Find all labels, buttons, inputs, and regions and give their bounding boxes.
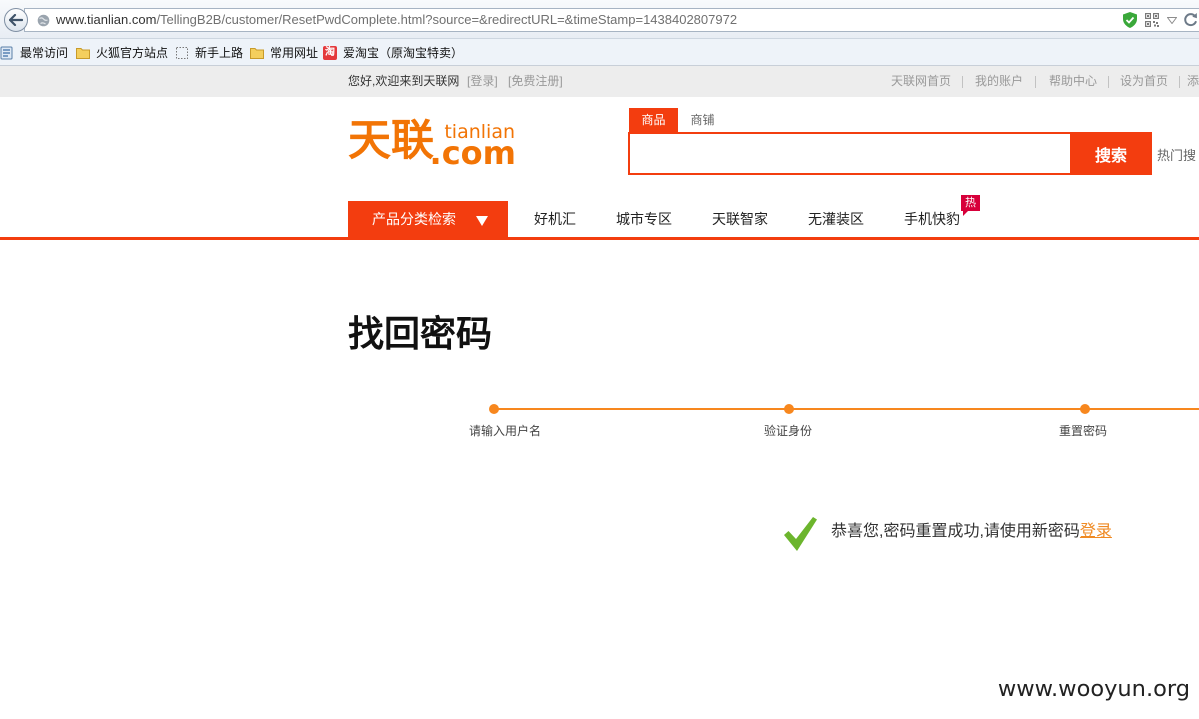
- bookmark-label: 最常访问: [20, 46, 69, 60]
- separator: [1108, 76, 1109, 88]
- welcome-text: 您好,欢迎来到天联网: [348, 74, 460, 88]
- dotted-page-icon: [176, 46, 188, 59]
- success-text: 恭喜您,密码重置成功,请使用新密码: [831, 523, 1080, 540]
- bookmark-getting-started[interactable]: 新手上路: [175, 39, 243, 66]
- search-tab-products[interactable]: 商品: [629, 108, 678, 132]
- site-top-bar: 您好,欢迎来到天联网 [登录] [免费注册] 天联网首页 我的账户 帮助中心 设…: [0, 66, 1199, 97]
- bookmark-label: 火狐官方站点: [96, 46, 169, 60]
- search-tab-shops[interactable]: 商铺: [678, 108, 727, 132]
- nav-divider: [0, 237, 1199, 240]
- success-message: 恭喜您,密码重置成功,请使用新密码登录: [831, 521, 1112, 543]
- nav-item-unfilled-zone[interactable]: 无灌装区: [808, 201, 864, 238]
- dropdown-arrow-icon: [476, 216, 488, 226]
- nav-item-haojihui[interactable]: 好机汇: [534, 201, 576, 238]
- set-homepage-link[interactable]: 设为首页: [1120, 66, 1168, 97]
- category-search-label: 产品分类检索: [372, 211, 456, 227]
- progress-line: [494, 408, 1199, 410]
- bookmark-most-visited[interactable]: 最常访问: [0, 39, 68, 66]
- add-favorite-link[interactable]: 添: [1187, 66, 1199, 97]
- separator: [1035, 76, 1036, 88]
- help-center-link[interactable]: 帮助中心: [1049, 66, 1097, 97]
- register-link[interactable]: [免费注册]: [508, 66, 563, 97]
- bookmark-ai-taobao[interactable]: 淘 爱淘宝（原淘宝特卖）: [323, 39, 463, 66]
- back-arrow-icon: [9, 14, 23, 26]
- bookmark-label: 新手上路: [195, 46, 244, 60]
- bookmark-firefox-sites[interactable]: 火狐官方站点: [76, 39, 168, 66]
- url-domain: www.tianlian.com: [56, 12, 157, 27]
- logo-chinese: 天联: [348, 116, 434, 166]
- page-title: 找回密码: [348, 313, 493, 354]
- url-path: /TellingB2B/customer/ResetPwdComplete.ht…: [156, 12, 738, 27]
- step-dot: [489, 404, 499, 414]
- browser-window: www.tianlian.com/TellingB2B/customer/Res…: [0, 0, 1199, 719]
- bookmark-common-sites[interactable]: 常用网址: [250, 39, 318, 66]
- taobao-icon: 淘: [323, 45, 337, 60]
- step-label-verify-identity: 验证身份: [764, 424, 813, 438]
- watermark: www.wooyun.org: [997, 676, 1190, 702]
- separator: [962, 76, 963, 88]
- bookmark-label: 常用网址: [270, 46, 319, 60]
- globe-icon[interactable]: [37, 14, 50, 27]
- bookmarks-toolbar: 最常访问 火狐官方站点 新手上路 常用网址 淘 爱淘宝（原淘宝特卖）: [0, 38, 1199, 66]
- checkmark-icon: [784, 517, 817, 551]
- address-bar[interactable]: www.tianlian.com/TellingB2B/customer/Res…: [24, 8, 1199, 32]
- my-account-link[interactable]: 我的账户: [975, 66, 1023, 97]
- url-field[interactable]: www.tianlian.com/TellingB2B/customer/Res…: [56, 9, 737, 31]
- step-dot: [1080, 404, 1090, 414]
- hot-search-label: 热门搜: [1157, 148, 1197, 163]
- nav-item-smart-home[interactable]: 天联智家: [712, 201, 768, 238]
- most-visited-icon: [0, 46, 13, 59]
- folder-icon: [250, 47, 264, 59]
- step-dot: [784, 404, 794, 414]
- hot-badge: 热: [961, 195, 980, 216]
- navigation-toolbar: www.tianlian.com/TellingB2B/customer/Res…: [0, 0, 1199, 38]
- shield-icon[interactable]: [1123, 12, 1137, 28]
- step-label-enter-username: 请输入用户名: [469, 424, 542, 438]
- search-input[interactable]: [628, 132, 1070, 175]
- nav-item-city-zone[interactable]: 城市专区: [616, 201, 672, 238]
- qr-code-icon[interactable]: [1145, 13, 1159, 27]
- step-label-reset-password: 重置密码: [1059, 424, 1108, 438]
- site-logo[interactable]: 天联 tianlian .com: [348, 116, 516, 172]
- logo-domain: .com: [429, 134, 516, 172]
- dropdown-arrow-icon[interactable]: [1167, 17, 1177, 24]
- refresh-icon[interactable]: [1183, 12, 1198, 27]
- login-link[interactable]: [登录]: [467, 66, 498, 97]
- back-button[interactable]: [4, 8, 28, 32]
- folder-icon: [76, 47, 90, 59]
- site-home-link[interactable]: 天联网首页: [891, 66, 951, 97]
- search-button[interactable]: 搜索: [1070, 132, 1152, 175]
- category-search-button[interactable]: 产品分类检索: [348, 201, 508, 238]
- login-link-main[interactable]: 登录: [1080, 523, 1112, 540]
- separator: [1179, 76, 1180, 88]
- bookmark-label: 爱淘宝（原淘宝特卖）: [343, 46, 464, 60]
- nav-item-phone-express[interactable]: 手机快豹: [904, 201, 960, 238]
